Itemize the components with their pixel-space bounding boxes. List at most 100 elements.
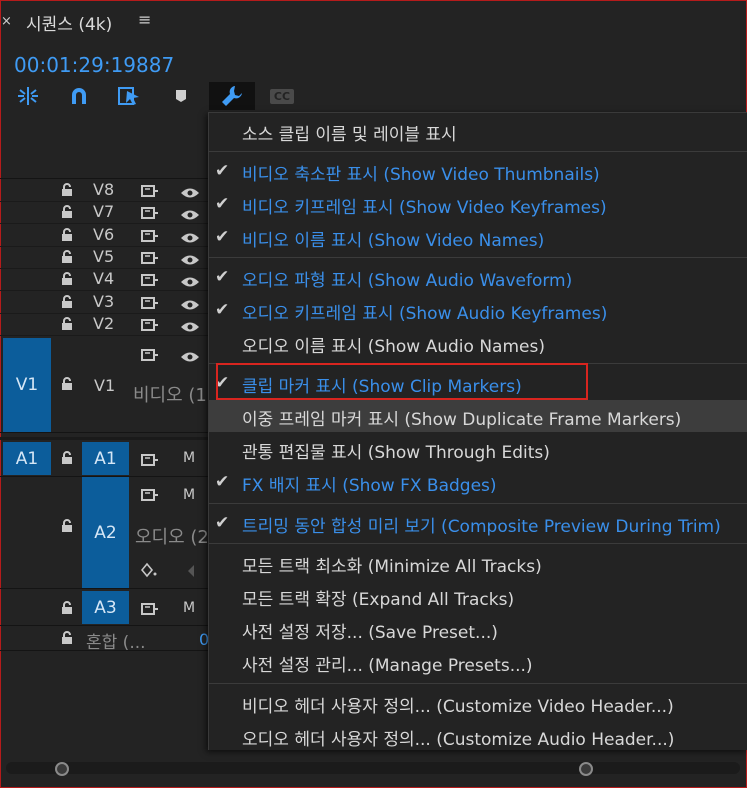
v1-lock-icon[interactable] xyxy=(60,376,74,395)
panel-menu-icon[interactable]: ≡ xyxy=(138,10,151,29)
menu-separator xyxy=(209,257,747,258)
a2-track-target[interactable]: A2 xyxy=(82,477,129,588)
track-sync-lock-icon[interactable] xyxy=(141,205,159,224)
track-sync-lock-icon[interactable] xyxy=(141,272,159,291)
menu-item[interactable]: 비디오 헤더 사용자 정의... (Customize Video Header… xyxy=(209,687,747,719)
track-lock-icon[interactable] xyxy=(60,271,74,290)
video-track-name[interactable]: V6 xyxy=(93,225,114,244)
menu-item[interactable]: ✔ 오디오 파형 표시 (Show Audio Waveform) xyxy=(209,261,747,293)
video-track-name[interactable]: V7 xyxy=(93,202,114,221)
v1-track-label: 비디오 (1 xyxy=(133,385,207,406)
track-sync-lock-icon[interactable] xyxy=(141,295,159,314)
a3-mute-button[interactable]: M xyxy=(183,600,195,616)
menu-item[interactable]: 오디오 이름 표시 (Show Audio Names) xyxy=(209,327,747,359)
track-lock-icon[interactable] xyxy=(60,204,74,223)
menu-item-label: 사전 설정 저장... (Save Preset...) xyxy=(242,623,498,643)
a1-lock-icon[interactable] xyxy=(60,450,74,469)
video-track-name[interactable]: V3 xyxy=(93,292,114,311)
a2-keyframe-icon[interactable] xyxy=(140,562,159,582)
mix-lock-icon[interactable] xyxy=(60,630,74,649)
linked-selection-button[interactable] xyxy=(116,84,142,108)
track-lock-icon[interactable] xyxy=(60,182,74,201)
checkmark-icon: ✔ xyxy=(215,161,230,181)
menu-item[interactable]: 오디오 헤더 사용자 정의... (Customize Audio Header… xyxy=(209,720,747,752)
track-sync-lock-icon[interactable] xyxy=(141,183,159,202)
menu-item[interactable]: 소스 클립 이름 및 레이블 표시 xyxy=(209,115,747,147)
horizontal-zoom-scrollbar[interactable] xyxy=(6,762,740,774)
menu-item[interactable]: 이중 프레임 마커 표시 (Show Duplicate Frame Marke… xyxy=(209,400,747,432)
a2-prev-keyframe-icon[interactable] xyxy=(186,563,196,582)
video-audio-split xyxy=(0,437,208,440)
video-track-name[interactable]: V4 xyxy=(93,269,114,288)
track-lock-icon[interactable] xyxy=(60,316,74,335)
menu-separator xyxy=(209,151,747,152)
v1-eye-icon[interactable] xyxy=(180,348,200,367)
a1-source-patch[interactable]: A1 xyxy=(3,442,51,475)
playhead-timecode[interactable]: 00:01:29:19887 xyxy=(14,53,174,77)
video-track-row: V7 xyxy=(0,201,208,224)
checkmark-icon: ✔ xyxy=(215,267,230,287)
snap-insert-button[interactable] xyxy=(15,84,41,108)
video-audio-divider xyxy=(0,432,208,433)
menu-item[interactable]: ✔ 비디오 축소판 표시 (Show Video Thumbnails) xyxy=(209,155,747,187)
a3-lock-icon[interactable] xyxy=(60,600,74,619)
menu-item[interactable]: ✔ 비디오 이름 표시 (Show Video Names) xyxy=(209,221,747,253)
track-sync-lock-icon[interactable] xyxy=(141,228,159,247)
scrollbar-left-handle[interactable] xyxy=(55,762,69,776)
timeline-settings-button[interactable] xyxy=(209,82,255,110)
captions-button[interactable]: CC xyxy=(268,84,296,108)
menu-item[interactable]: 모든 트랙 확장 (Expand All Tracks) xyxy=(209,580,747,612)
track-eye-icon[interactable] xyxy=(180,206,200,225)
a2-lock-icon[interactable] xyxy=(60,518,74,537)
menu-separator xyxy=(209,683,747,684)
snap-button[interactable] xyxy=(66,84,92,108)
menu-item-label: 모든 트랙 확장 (Expand All Tracks) xyxy=(242,590,515,610)
add-marker-button[interactable] xyxy=(168,84,194,108)
video-track-row: V8 xyxy=(0,179,208,202)
annotation-highlight-box xyxy=(216,363,588,400)
track-eye-icon[interactable] xyxy=(180,273,200,292)
menu-item[interactable]: 사전 설정 관리... (Manage Presets...) xyxy=(209,646,747,678)
a1-mute-button[interactable]: M xyxy=(183,450,195,466)
menu-item-label: 모든 트랙 최소화 (Minimize All Tracks) xyxy=(242,557,542,577)
menu-item-label: 이중 프레임 마커 표시 (Show Duplicate Frame Marke… xyxy=(242,410,682,430)
video-track-row: V5 xyxy=(0,246,208,269)
video-track-row: V4 xyxy=(0,268,208,291)
snap-insert-icon xyxy=(18,87,38,105)
close-panel-icon[interactable]: × xyxy=(1,14,12,29)
magnet-icon xyxy=(72,88,86,104)
a2-sync-lock-icon[interactable] xyxy=(141,487,159,506)
linked-selection-icon xyxy=(118,87,139,105)
a3-sync-lock-icon[interactable] xyxy=(141,601,159,620)
menu-item[interactable]: ✔ FX 배지 표시 (Show FX Badges) xyxy=(209,466,747,498)
menu-item[interactable]: 모든 트랙 최소화 (Minimize All Tracks) xyxy=(209,547,747,579)
video-track-name[interactable]: V2 xyxy=(93,314,114,333)
menu-item-label: 오디오 키프레임 표시 (Show Audio Keyframes) xyxy=(242,304,608,324)
track-sync-lock-icon[interactable] xyxy=(141,250,159,269)
track-sync-lock-icon[interactable] xyxy=(141,317,159,336)
a1-track-target[interactable]: A1 xyxy=(82,442,129,475)
track-lock-icon[interactable] xyxy=(60,249,74,268)
scrollbar-right-handle[interactable] xyxy=(579,762,593,776)
menu-item[interactable]: ✔ 트리밍 동안 합성 미리 보기 (Composite Preview Duri… xyxy=(209,507,747,539)
menu-item[interactable]: ✔ 오디오 키프레임 표시 (Show Audio Keyframes) xyxy=(209,294,747,326)
a1-sync-lock-icon[interactable] xyxy=(141,452,159,471)
track-eye-icon[interactable] xyxy=(180,318,200,337)
menu-item-label: 오디오 헤더 사용자 정의... (Customize Audio Header… xyxy=(242,730,675,750)
v1-source-patch[interactable]: V1 xyxy=(3,338,51,432)
v1-sync-lock-icon[interactable] xyxy=(141,347,159,366)
a3-track-target[interactable]: A3 xyxy=(82,591,129,624)
menu-item[interactable]: 관통 편집물 표시 (Show Through Edits) xyxy=(209,433,747,465)
sequence-tab-title[interactable]: 시퀀스 (4k) xyxy=(26,10,112,35)
video-track-name[interactable]: V8 xyxy=(93,180,114,199)
checkmark-icon: ✔ xyxy=(215,513,230,533)
v1-track-name[interactable]: V1 xyxy=(94,376,115,395)
video-track-row: V2 xyxy=(0,313,208,336)
menu-item[interactable]: 사전 설정 저장... (Save Preset...) xyxy=(209,613,747,645)
video-track-name[interactable]: V5 xyxy=(93,247,114,266)
track-lock-icon[interactable] xyxy=(60,294,74,313)
track-lock-icon[interactable] xyxy=(60,227,74,246)
menu-item[interactable]: ✔ 비디오 키프레임 표시 (Show Video Keyframes) xyxy=(209,188,747,220)
menu-item-label: FX 배지 표시 (Show FX Badges) xyxy=(242,476,497,496)
a2-mute-button[interactable]: M xyxy=(183,487,195,503)
